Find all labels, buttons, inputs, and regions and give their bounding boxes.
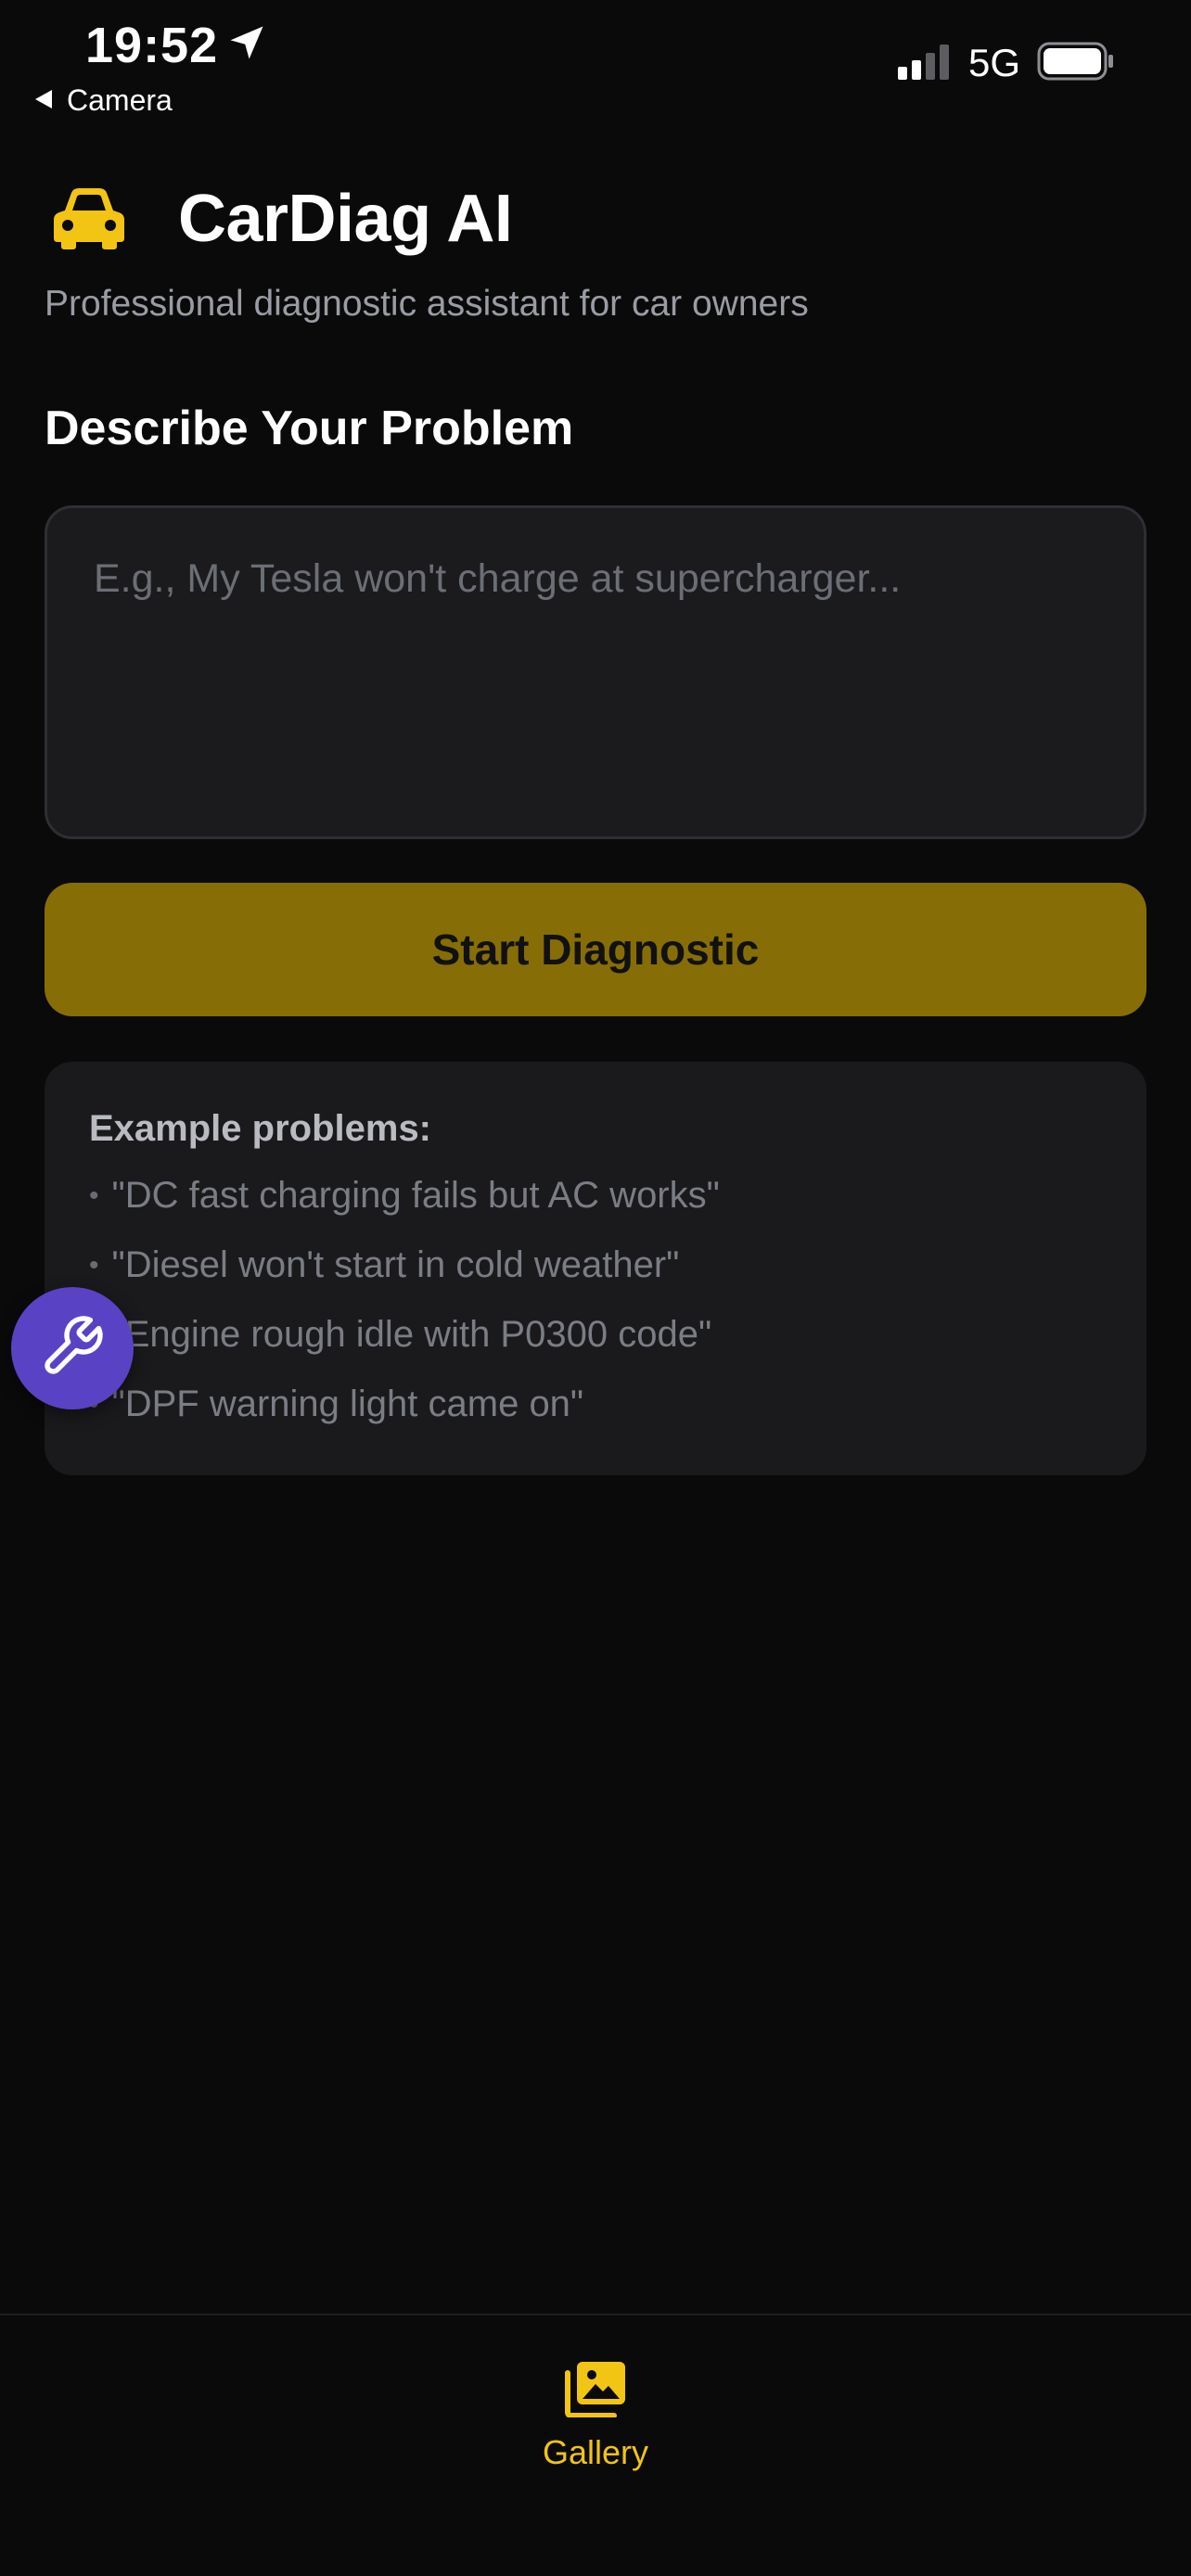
wrench-icon: [39, 1313, 106, 1384]
example-item: • "Engine rough idle with P0300 code": [89, 1314, 711, 1356]
status-time: 19:52: [85, 17, 266, 74]
gallery-icon: [564, 2360, 627, 2422]
bullet-dot: •: [89, 1249, 99, 1281]
examples-card: Example problems: • "DC fast charging fa…: [45, 1062, 1146, 1475]
car-icon: [52, 185, 126, 254]
battery-icon: [1037, 42, 1115, 85]
status-indicators: 5G: [896, 41, 1115, 85]
problem-description-input[interactable]: [45, 505, 1146, 839]
status-time-text: 19:52: [85, 18, 219, 73]
example-item: • "DC fast charging fails but AC works": [89, 1175, 720, 1217]
example-text: "DC fast charging fails but AC works": [111, 1175, 720, 1216]
tab-gallery-label: Gallery: [542, 2433, 649, 2471]
back-app-label: Camera: [67, 83, 173, 117]
start-diagnostic-label: Start Diagnostic: [431, 925, 760, 974]
start-diagnostic-button[interactable]: Start Diagnostic: [45, 883, 1146, 1016]
example-text: "Engine rough idle with P0300 code": [111, 1314, 712, 1355]
location-arrow-icon: [227, 17, 266, 74]
example-item: • "Diesel won't start in cold weather": [89, 1244, 679, 1286]
tab-bar-divider: [0, 2314, 1191, 2315]
example-text: "Diesel won't start in cold weather": [111, 1244, 680, 1285]
app-title: CarDiag AI: [178, 182, 513, 256]
signal-bars-icon: [896, 43, 952, 84]
back-to-camera-link[interactable]: Camera: [33, 83, 173, 118]
bullet-dot: •: [89, 1180, 99, 1211]
example-item: • "DPF warning light came on": [89, 1384, 583, 1425]
network-label: 5G: [967, 41, 1020, 84]
back-triangle-icon: [33, 83, 54, 118]
wrench-fab-button[interactable]: [11, 1287, 134, 1409]
section-title: Describe Your Problem: [45, 402, 574, 455]
examples-heading: Example problems:: [89, 1108, 432, 1149]
tab-gallery[interactable]: Gallery: [503, 2360, 688, 2472]
app-subtitle: Professional diagnostic assistant for ca…: [45, 284, 809, 324]
app-header: CarDiag AI: [52, 181, 513, 257]
example-text: "DPF warning light came on": [111, 1384, 584, 1424]
